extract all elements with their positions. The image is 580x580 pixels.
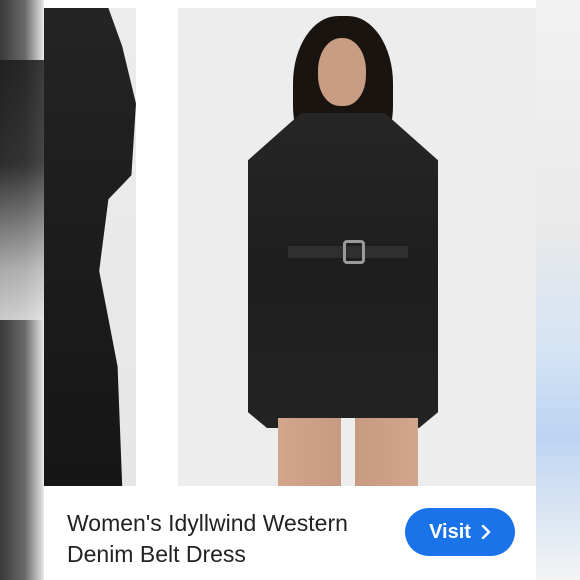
product-caption: Women's Idyllwind Western Denim Belt Dre… bbox=[44, 486, 536, 580]
dress-side-view bbox=[44, 8, 136, 486]
chevron-right-icon bbox=[481, 525, 491, 539]
model-face bbox=[318, 38, 366, 106]
belt-buckle bbox=[343, 240, 365, 264]
visit-button[interactable]: Visit bbox=[405, 508, 515, 556]
model-legs bbox=[278, 418, 418, 486]
product-title-line-2: Denim Belt Dress bbox=[67, 541, 246, 567]
product-title-line-1: Women's Idyllwind Western bbox=[67, 510, 348, 536]
product-title[interactable]: Women's Idyllwind Western Denim Belt Dre… bbox=[67, 508, 397, 570]
visit-button-label: Visit bbox=[429, 520, 471, 543]
image-divider bbox=[136, 8, 178, 486]
product-card[interactable]: Women's Idyllwind Western Denim Belt Dre… bbox=[44, 0, 536, 580]
blurred-background-right bbox=[534, 0, 580, 580]
product-image-main[interactable] bbox=[178, 8, 536, 486]
product-image-secondary[interactable] bbox=[44, 8, 136, 486]
model-dress bbox=[248, 113, 438, 428]
blurred-background-left-shade bbox=[0, 60, 44, 320]
